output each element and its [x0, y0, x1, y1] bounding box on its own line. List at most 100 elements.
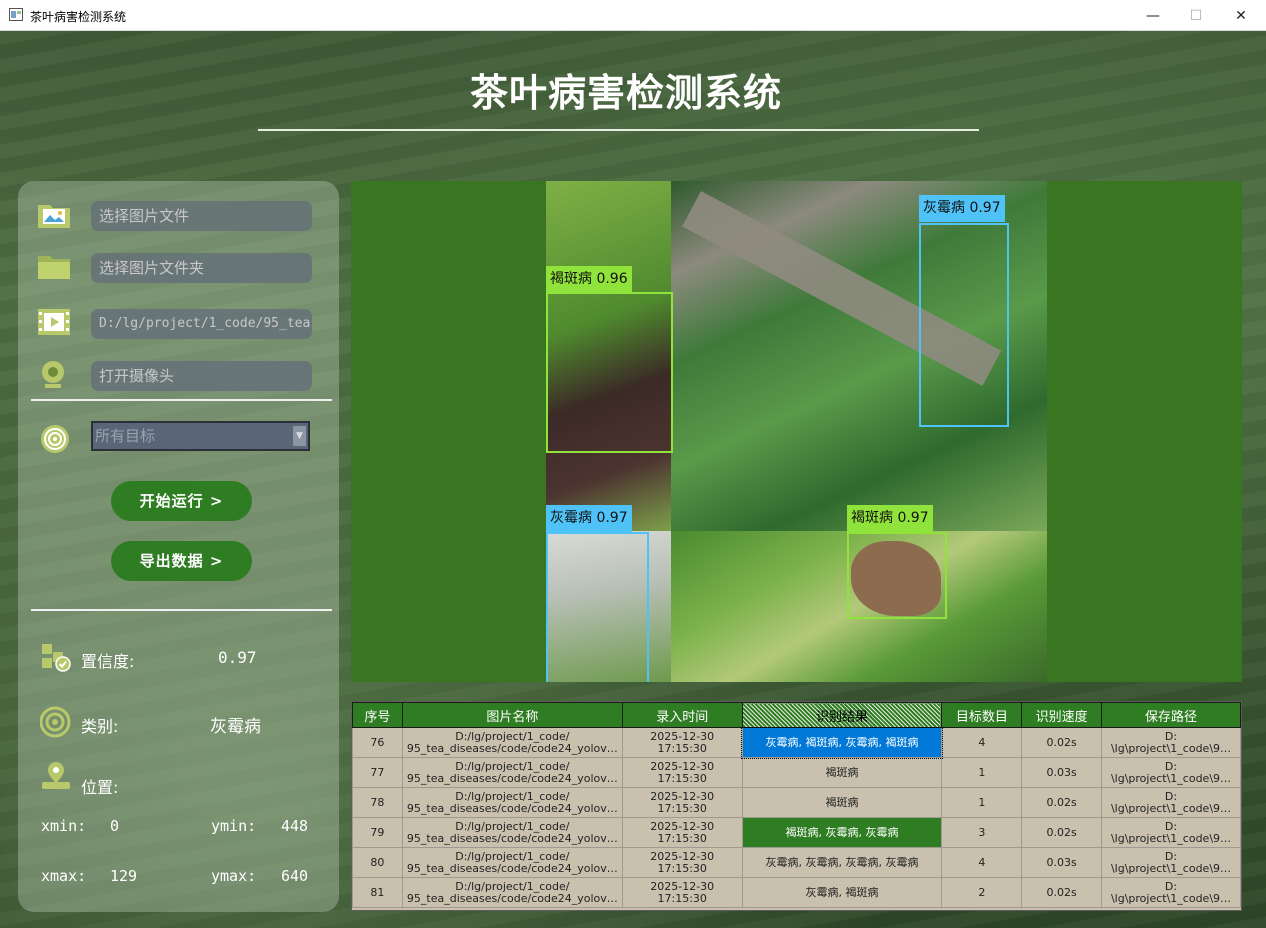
chevron-down-icon[interactable]: ▼ [293, 426, 306, 446]
cell-text: \lg\project\1_code\9… [1110, 861, 1232, 875]
cell-count[interactable]: 1 [941, 757, 1023, 788]
header-image-name[interactable]: 图片名称 [401, 702, 623, 728]
detection-box [546, 292, 673, 453]
cell-image-name[interactable]: D:/lg/project/1_code/95_tea_diseases/cod… [401, 847, 623, 878]
title-divider [258, 129, 979, 131]
cell-entry-time[interactable]: 2025-12-30 17:15:30 [621, 877, 743, 908]
cell-image-name[interactable]: D:/lg/project/1_code/95_tea_diseases/cod… [401, 757, 623, 788]
cell-text: 2025-12-30 [650, 729, 715, 743]
cell-save-path[interactable]: D: \lg\project\1_code\9… [1101, 847, 1241, 878]
header-index[interactable]: 序号 [352, 702, 403, 728]
start-button[interactable]: 开始运行 > [111, 481, 252, 521]
app-icon [9, 8, 23, 21]
cell-text: 17:15:30 [657, 831, 707, 845]
cell-save-path[interactable]: D: \lg\project\1_code\9… [1101, 787, 1241, 818]
results-table[interactable]: 序号 图片名称 录入时间 识别结果 目标数目 识别速度 保存路径 76 D:/l… [351, 701, 1242, 911]
cell-speed[interactable]: 0.03s [1021, 757, 1103, 788]
class-value: 灰霉病 [210, 717, 261, 737]
cell-entry-time[interactable]: 2025-12-30 17:15:30 [621, 817, 743, 848]
cell-entry-time[interactable]: 2025-12-30 17:15:30 [621, 727, 743, 758]
cell-result[interactable]: 褐斑病, 灰霉病, 灰霉病 [741, 817, 943, 848]
table-row[interactable]: 76 D:/lg/project/1_code/95_tea_diseases/… [352, 726, 1241, 759]
panel-divider-top [31, 399, 332, 401]
cell-count[interactable]: 4 [941, 847, 1023, 878]
table-row[interactable]: 78 D:/lg/project/1_code/95_tea_diseases/… [352, 787, 1241, 818]
header-result[interactable]: 识别结果 [741, 702, 943, 728]
cell-index[interactable]: 78 [352, 787, 403, 818]
cell-result[interactable]: 灰霉病, 褐斑病 [741, 877, 943, 908]
class-icon [40, 706, 71, 738]
minimize-button[interactable]: — [1130, 0, 1176, 31]
cell-text: 17:15:30 [657, 891, 707, 905]
cell-save-path[interactable]: D: \lg\project\1_code\9… [1101, 817, 1241, 848]
close-button[interactable]: ✕ [1218, 0, 1264, 31]
table-row[interactable]: 80 D:/lg/project/1_code/95_tea_diseases/… [352, 847, 1241, 878]
target-icon [41, 425, 69, 453]
table-row[interactable]: 81 D:/lg/project/1_code/95_tea_diseases/… [352, 877, 1241, 908]
cell-index[interactable]: 79 [352, 817, 403, 848]
cell-entry-time[interactable]: 2025-12-30 17:15:30 [621, 787, 743, 818]
cell-speed[interactable]: 0.03s [1021, 847, 1103, 878]
cell-save-path[interactable]: D: \lg\project\1_code\9… [1101, 877, 1241, 908]
maximize-icon: ☐ [1189, 7, 1203, 24]
cell-count[interactable]: 4 [941, 727, 1023, 758]
cell-text: \lg\project\1_code\9… [1110, 741, 1232, 755]
select-folder-input[interactable]: 选择图片文件夹 [91, 253, 312, 283]
maximize-button[interactable]: ☐ [1173, 0, 1219, 31]
cell-image-name[interactable]: D:/lg/project/1_code/95_tea_diseases/cod… [401, 727, 623, 758]
header-entry-time[interactable]: 录入时间 [621, 702, 743, 728]
export-button[interactable]: 导出数据 > [111, 541, 252, 581]
video-icon [38, 309, 70, 335]
cell-text: D:/lg/project/1_code/ [455, 849, 570, 863]
cell-index[interactable]: 81 [352, 877, 403, 908]
class-label: 类别: [81, 717, 119, 736]
ymin-label: ymin: [211, 817, 257, 835]
folder-icon [38, 256, 70, 279]
detection-label: 褐斑病 0.96 [546, 266, 632, 293]
cell-result[interactable]: 褐斑病 [741, 757, 943, 788]
cell-image-name[interactable]: D:/lg/project/1_code/95_tea_diseases/cod… [401, 817, 623, 848]
cell-result[interactable]: 灰霉病, 灰霉病, 灰霉病, 灰霉病 [741, 847, 943, 878]
cell-speed[interactable]: 0.02s [1021, 817, 1103, 848]
detection-image: 褐斑病 0.96 灰霉病 0.97 灰霉病 0.97 褐斑病 0.97 [546, 181, 1047, 682]
cell-result[interactable]: 褐斑病 [741, 787, 943, 818]
cell-speed[interactable]: 0.02s [1021, 877, 1103, 908]
header-save-path[interactable]: 保存路径 [1101, 702, 1241, 728]
cell-text: D:/lg/project/1_code/ [455, 819, 570, 833]
cell-text: 95_tea_diseases/code/code24_yolov… [406, 891, 618, 905]
header-speed[interactable]: 识别速度 [1021, 702, 1103, 728]
table-row[interactable]: 79 D:/lg/project/1_code/95_tea_diseases/… [352, 817, 1241, 848]
results-table-grid: 序号 图片名称 录入时间 识别结果 目标数目 识别速度 保存路径 76 D:/l… [352, 702, 1241, 908]
cell-save-path[interactable]: D: \lg\project\1_code\9… [1101, 757, 1241, 788]
cell-text: D:/lg/project/1_code/ [455, 879, 570, 893]
cell-count[interactable]: 1 [941, 787, 1023, 818]
table-header-row: 序号 图片名称 录入时间 识别结果 目标数目 识别速度 保存路径 [352, 702, 1241, 728]
camera-input[interactable]: 打开摄像头 [91, 361, 312, 391]
cell-text: \lg\project\1_code\9… [1110, 831, 1232, 845]
cell-entry-time[interactable]: 2025-12-30 17:15:30 [621, 847, 743, 878]
cell-index[interactable]: 76 [352, 727, 403, 758]
window-titlebar: 茶叶病害检测系统 — ☐ ✕ [0, 0, 1266, 31]
cell-save-path[interactable]: D: \lg\project\1_code\9… [1101, 727, 1241, 758]
cell-count[interactable]: 3 [941, 817, 1023, 848]
header-target-count[interactable]: 目标数目 [941, 702, 1023, 728]
cell-image-name[interactable]: D:/lg/project/1_code/95_tea_diseases/cod… [401, 877, 623, 908]
video-path-input[interactable]: D:/lg/project/1_code/95_tea [91, 309, 312, 339]
cell-result[interactable]: 灰霉病, 褐斑病, 灰霉病, 褐斑病 [741, 726, 943, 759]
cell-speed[interactable]: 0.02s [1021, 727, 1103, 758]
cell-text: 17:15:30 [657, 861, 707, 875]
cell-text: 95_tea_diseases/code/code24_yolov… [406, 771, 618, 785]
cell-text: 95_tea_diseases/code/code24_yolov… [406, 801, 618, 815]
confidence-value: 0.97 [218, 648, 257, 667]
cell-index[interactable]: 80 [352, 847, 403, 878]
select-image-input[interactable]: 选择图片文件 [91, 201, 312, 231]
cell-speed[interactable]: 0.02s [1021, 787, 1103, 818]
cell-count[interactable]: 2 [941, 877, 1023, 908]
cell-entry-time[interactable]: 2025-12-30 17:15:30 [621, 757, 743, 788]
table-row[interactable]: 77 D:/lg/project/1_code/95_tea_diseases/… [352, 757, 1241, 788]
cell-index[interactable]: 77 [352, 757, 403, 788]
cell-image-name[interactable]: D:/lg/project/1_code/95_tea_diseases/cod… [401, 787, 623, 818]
xmax-value: 129 [110, 867, 138, 885]
detection-box [546, 532, 649, 682]
target-select[interactable]: 所有目标 ▼ [91, 421, 310, 451]
